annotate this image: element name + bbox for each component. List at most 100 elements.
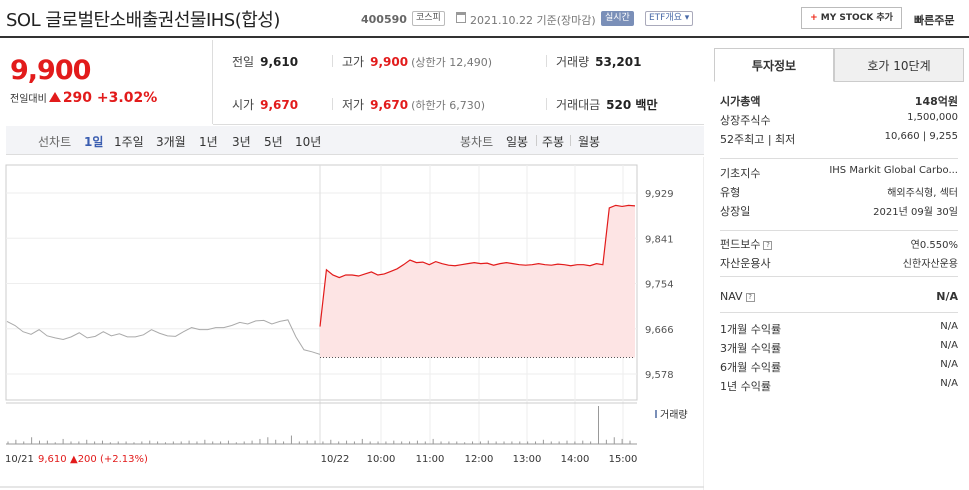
intraday-chart[interactable]: 9,929 9,841 9,754 9,666 9,578 10/22 10:00 11:00… [0, 157, 704, 490]
x-tick-label: 10/22 [321, 454, 350, 465]
stat-high: 고가 9,900 (상한가 12,490) [342, 53, 492, 70]
info-value: 연0.550% [910, 240, 958, 251]
info-row: NAV? N/A [720, 290, 958, 308]
info-key: NAV? [720, 290, 755, 303]
info-row: 유형 해외주식형, 섹터 [720, 184, 958, 202]
base-date: 2021.10.22 기준(장마감) [470, 14, 596, 27]
info-value: 해외주식형, 섹터 [887, 188, 958, 199]
change-label: 전일대비 [10, 94, 47, 105]
current-day-area [320, 205, 635, 358]
x-tick-label: 15:00 [609, 454, 638, 465]
stat-volume: 거래량 53,201 [556, 53, 641, 70]
info-value: 신한자산운용 [902, 259, 958, 270]
info-key: 상장일 [720, 205, 751, 218]
divider [332, 98, 333, 110]
stat-low-limit: (하한가 6,730) [411, 99, 485, 112]
quick-order-link[interactable]: 빠른주문 [914, 12, 954, 28]
volume-legend-icon [655, 410, 657, 418]
price-chart-svg: 9,929 9,841 9,754 9,666 9,578 10/22 10:00 11:00… [0, 157, 704, 490]
candle-daily[interactable]: 일봉 [506, 133, 528, 150]
stat-low-value: 9,670 [370, 98, 409, 112]
up-triangle-icon [48, 92, 61, 102]
prev-day-series-line [6, 319, 321, 355]
candle-chart-label: 봉차트 [460, 135, 494, 149]
period-1d[interactable]: 1일 [84, 133, 103, 150]
stat-high-limit: (상한가 12,490) [411, 56, 492, 69]
etf-overview-dropdown[interactable]: ETF개요 ▾ [645, 11, 694, 26]
y-tick-label: 9,666 [645, 325, 674, 336]
period-3y[interactable]: 3년 [232, 133, 251, 150]
period-1y[interactable]: 1년 [199, 133, 218, 150]
info-value: N/A [940, 321, 958, 332]
divider [546, 55, 547, 67]
stat-amount-label: 거래대금 [556, 98, 601, 112]
info-value: N/A [940, 378, 958, 389]
stat-open-label: 시가 [232, 98, 255, 112]
info-key: 유형 [720, 186, 741, 199]
info-row: 상장주식수 1,500,000 [720, 112, 958, 130]
info-row: 펀드보수? 연0.550% [720, 236, 958, 254]
info-key: 상장주식수 [720, 114, 771, 127]
x-tick-label: 10:00 [367, 454, 396, 465]
x-tick-label: 12:00 [465, 454, 494, 465]
stat-open: 시가 9,670 [232, 96, 298, 113]
info-key: 52주최고 | 최저 [720, 133, 796, 146]
stat-volume-label: 거래량 [556, 55, 590, 69]
realtime-button[interactable]: 실시간 [601, 11, 634, 26]
stat-prev-label: 전일 [232, 55, 255, 69]
candle-weekly[interactable]: 주봉 [542, 133, 564, 150]
stat-prev-value: 9,610 [260, 55, 299, 69]
info-key: 펀드보수? [720, 236, 773, 252]
y-tick-label: 9,754 [645, 280, 674, 291]
period-1w[interactable]: 1주일 [114, 133, 144, 150]
stat-high-label: 고가 [342, 55, 365, 69]
period-5y[interactable]: 5년 [264, 133, 283, 150]
period-3m[interactable]: 3개월 [156, 133, 186, 150]
info-value: 1,500,000 [907, 112, 958, 123]
info-row: 3개월 수익률 N/A [720, 340, 958, 358]
prev-day-date: 10/21 [5, 454, 34, 465]
chart-period-bar: 선차트 1일 1주일 3개월 1년 3년 5년 10년 봉차트 일봉 주봉 월봉 [6, 126, 704, 155]
stat-low-label: 저가 [342, 98, 365, 112]
info-row: 52주최고 | 최저 10,660 | 9,255 [720, 131, 958, 149]
info-row: 기초지수 IHS Markit Global Carbo... [720, 165, 958, 183]
stock-code: 400590 [361, 13, 407, 26]
market-badge: 코스피 [412, 11, 445, 26]
x-tick-label: 13:00 [513, 454, 542, 465]
stat-volume-value: 53,201 [595, 55, 642, 69]
info-value: 2021년 09월 30일 [873, 207, 958, 218]
candle-monthly[interactable]: 월봉 [578, 133, 600, 150]
divider [570, 135, 571, 146]
divider [213, 124, 704, 125]
info-row: 1년 수익률 N/A [720, 378, 958, 396]
info-key: 자산운용사 [720, 257, 771, 270]
period-10y[interactable]: 10년 [295, 133, 321, 150]
current-price: 9,900 [10, 55, 91, 86]
info-key: 1년 수익률 [720, 380, 771, 393]
info-row: 시가총액 148억원 [720, 93, 958, 111]
calendar-icon [456, 12, 466, 23]
x-tick-label: 14:00 [561, 454, 590, 465]
change-row: 전일대비 290 +3.02% [10, 90, 157, 106]
info-row: 1개월 수익률 N/A [720, 321, 958, 339]
help-icon[interactable]: ? [745, 292, 755, 302]
investment-info-panel: 투자정보 호가 10단계 시가총액 148억원상장주식수 1,500,000 52주최… [714, 48, 964, 488]
volume-legend-label: 거래량 [660, 409, 688, 421]
change-value: 290 [62, 90, 93, 106]
my-stock-add-button[interactable]: + MY STOCK 추가 [801, 7, 902, 29]
tab-investment-info[interactable]: 투자정보 [714, 48, 834, 82]
help-icon[interactable]: ? [763, 240, 773, 250]
info-value: IHS Markit Global Carbo... [829, 165, 958, 176]
stat-amount: 거래대금 520 백만 [556, 96, 657, 113]
my-stock-add-label: MY STOCK 추가 [820, 13, 893, 23]
tab-order-book[interactable]: 호가 10단계 [834, 48, 964, 82]
stat-amount-value: 520 백만 [606, 98, 658, 112]
stat-low: 저가 9,670 (하한가 6,730) [342, 96, 485, 113]
prev-day-close: 9,610 [38, 454, 67, 465]
change-percent: +3.02% [96, 90, 158, 106]
y-tick-label: 9,578 [645, 370, 674, 381]
line-chart-label: 선차트 [38, 135, 72, 149]
y-tick-label: 9,841 [645, 234, 674, 245]
stat-prev: 전일 9,610 [232, 53, 298, 70]
info-row: 상장일 2021년 09월 30일 [720, 203, 958, 221]
